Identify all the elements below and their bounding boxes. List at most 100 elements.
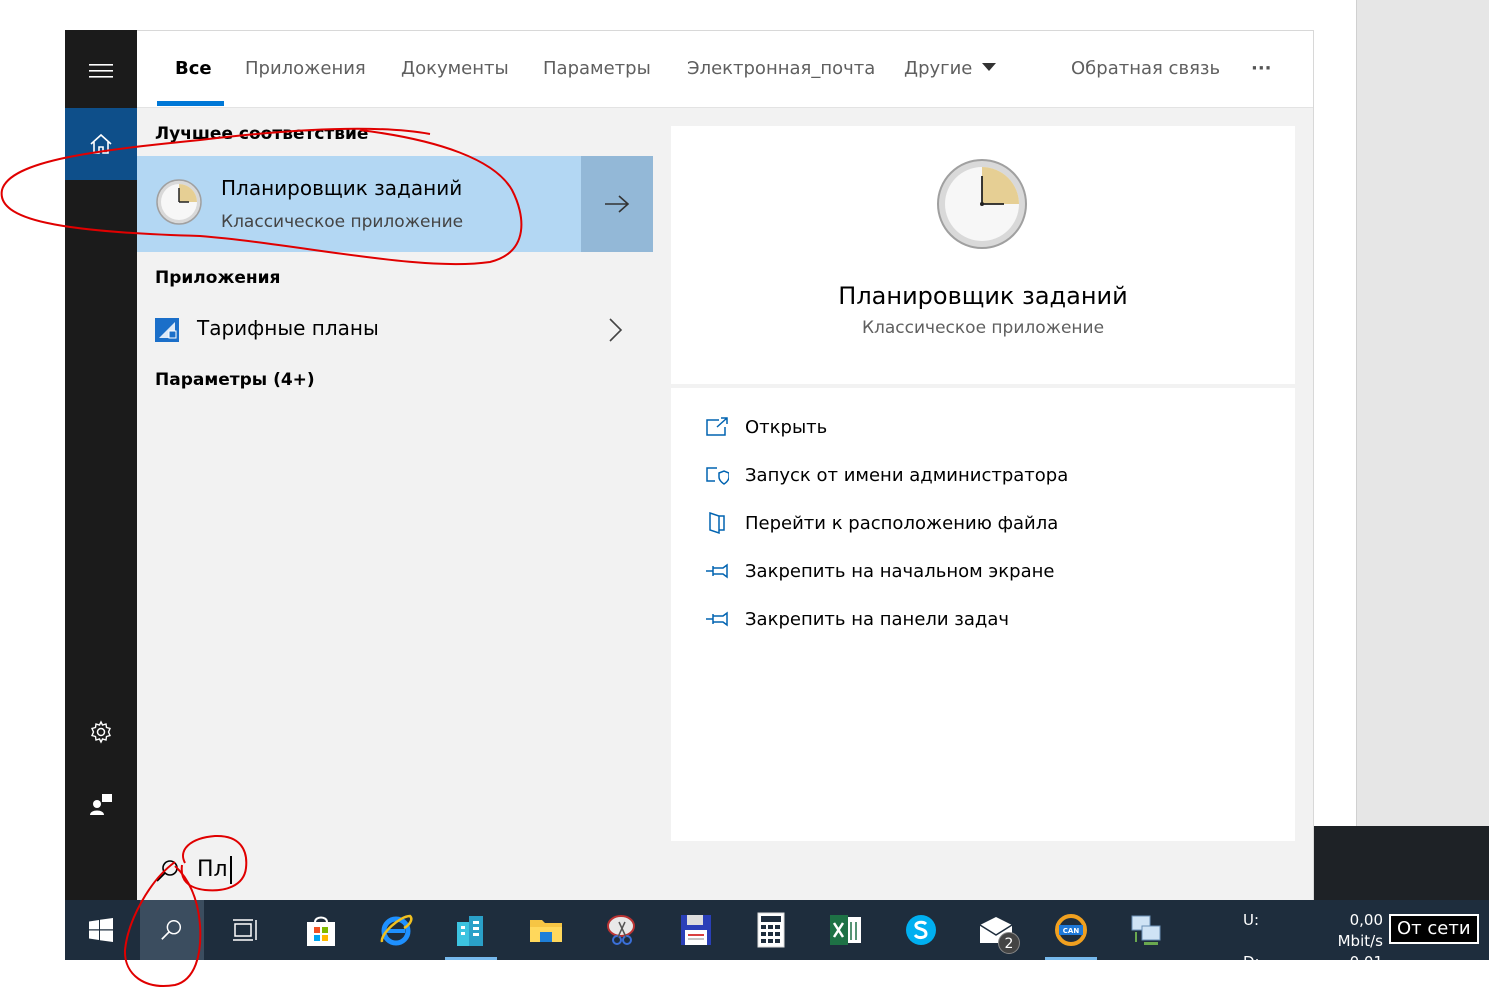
detail-subtitle: Классическое приложение (861, 318, 1105, 338)
can-app-button[interactable]: CAN (1039, 900, 1103, 960)
pin-icon (706, 611, 728, 627)
excel-button[interactable] (814, 900, 878, 960)
calculator-icon (757, 912, 785, 948)
results-list: Лучшее соответствие Планировщик заданий … (137, 108, 653, 842)
best-match-expand-button[interactable] (581, 156, 653, 252)
list-item[interactable]: Тарифные планы (137, 303, 653, 359)
download-value: 0,01 Mbit/s (1337, 953, 1383, 990)
download-label: D: (1243, 953, 1260, 971)
action-label: Открыть (745, 416, 828, 438)
windows-logo-icon (89, 918, 113, 942)
scissors-icon (607, 915, 635, 945)
home-button[interactable] (65, 108, 137, 180)
arrow-right-icon (605, 195, 630, 213)
tariff-plans-icon (155, 318, 179, 342)
search-icon (156, 860, 178, 882)
search-input[interactable]: Пл (197, 856, 232, 884)
search-bar[interactable]: Пл (137, 842, 1313, 901)
save-app-button[interactable] (664, 900, 728, 960)
action-label: Перейти к расположению файла (745, 512, 1059, 534)
mail-button[interactable]: 2 (964, 900, 1028, 960)
best-match-subtitle: Классическое приложение (221, 212, 464, 232)
tab-other[interactable]: Другие (904, 31, 997, 107)
list-item-label: Тарифные планы (197, 316, 379, 340)
network-speed-widget: U: 0,00 Mbit/s D: 0,01 Mbit/s (1243, 910, 1383, 990)
tab-documents[interactable]: Документы (401, 31, 509, 107)
snipping-tool-button[interactable] (589, 900, 653, 960)
action-pin-start[interactable]: Закрепить на начальном экране (705, 556, 1054, 586)
network-app-button[interactable] (1114, 900, 1178, 960)
hamburger-menu-button[interactable] (65, 35, 137, 107)
action-label: Запуск от имени администратора (745, 464, 1069, 486)
detail-actions: Открыть Запуск от имени администратора П… (671, 388, 1295, 841)
task-view-icon (233, 919, 257, 941)
background-window-right (1356, 0, 1489, 826)
best-match-title: Планировщик заданий (221, 176, 463, 200)
feedback-button[interactable] (65, 768, 137, 840)
calculator-button[interactable] (739, 900, 803, 960)
settings-header[interactable]: Параметры (4+) (155, 370, 315, 390)
network-computers-icon (1131, 915, 1161, 945)
search-icon (161, 920, 182, 940)
tab-all[interactable]: Все (175, 31, 212, 107)
tab-apps[interactable]: Приложения (245, 31, 366, 107)
search-tabs: Все Приложения Документы Параметры Элект… (137, 31, 1313, 108)
feedback-icon (90, 794, 112, 815)
feedback-link[interactable]: Обратная связь (1071, 31, 1220, 107)
power-tooltip: От сети (1389, 914, 1479, 944)
upload-label: U: (1243, 911, 1260, 929)
can-app-icon: CAN (1055, 914, 1087, 946)
action-label: Закрепить на панели задач (745, 608, 1010, 630)
home-icon (90, 133, 112, 154)
action-open[interactable]: Открыть (705, 412, 827, 442)
action-file-location[interactable]: Перейти к расположению файла (705, 508, 1058, 538)
store-button[interactable] (289, 900, 353, 960)
internet-explorer-icon (380, 914, 413, 946)
run-as-admin-icon (706, 467, 729, 485)
detail-title: Планировщик заданий (838, 282, 1128, 310)
detail-header: Планировщик заданий Классическое приложе… (671, 126, 1295, 384)
tab-other-label: Другие (904, 58, 973, 79)
best-match-header: Лучшее соответствие (155, 124, 369, 144)
task-view-button[interactable] (213, 900, 277, 960)
upload-value: 0,00 Mbit/s (1337, 911, 1383, 950)
background-dark-area (1314, 826, 1489, 900)
clock-icon (156, 179, 202, 225)
taskbar: 2 CAN U: 0,00 Mbit/s D: 0,01 Mbit/s От сет… (65, 900, 1489, 990)
start-rail (65, 30, 137, 900)
internet-explorer-button[interactable] (364, 900, 428, 960)
start-button[interactable] (69, 900, 133, 960)
settings-button[interactable] (65, 696, 137, 768)
floppy-icon (681, 915, 711, 945)
more-options-button[interactable]: ··· (1251, 31, 1272, 107)
caret-down-icon (982, 63, 997, 71)
apps-header: Приложения (155, 268, 281, 288)
action-run-as-admin[interactable]: Запуск от имени администратора (705, 460, 1068, 490)
buildings-icon (457, 916, 483, 946)
svg-text:CAN: CAN (1063, 927, 1080, 935)
taskbar-search-button[interactable] (140, 900, 204, 960)
excel-icon (830, 915, 861, 945)
action-pin-taskbar[interactable]: Закрепить на панели задач (705, 604, 1009, 634)
file-location-icon (709, 511, 725, 535)
pin-icon (706, 563, 728, 579)
skype-icon (906, 915, 936, 945)
search-panel: Все Приложения Документы Параметры Элект… (137, 30, 1314, 901)
tab-all-underline (157, 101, 224, 106)
tab-settings[interactable]: Параметры (543, 31, 651, 107)
file-explorer-button[interactable] (514, 900, 578, 960)
chevron-right-icon (609, 318, 623, 342)
skype-button[interactable] (889, 900, 953, 960)
clock-icon (937, 159, 1027, 249)
hamburger-icon (89, 64, 113, 78)
city-app-button[interactable] (439, 900, 503, 960)
gear-icon (91, 720, 111, 744)
tab-email[interactable]: Электронная_почта (687, 31, 875, 107)
action-label: Закрепить на начальном экране (745, 560, 1055, 582)
open-icon (706, 417, 728, 436)
store-icon (307, 916, 335, 946)
best-match-item[interactable]: Планировщик заданий Классическое приложе… (137, 156, 581, 252)
folder-icon (530, 920, 562, 942)
mail-badge: 2 (998, 932, 1020, 954)
background-window (0, 0, 1356, 30)
